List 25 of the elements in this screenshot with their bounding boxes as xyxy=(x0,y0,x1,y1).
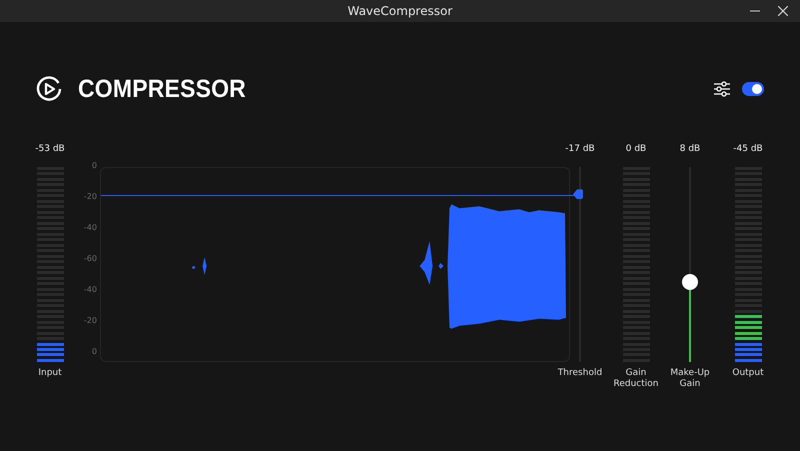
db-reading: -53 dB xyxy=(35,143,65,156)
db-reading: 0 dB xyxy=(626,143,646,156)
db-reading: 8 dB xyxy=(680,143,700,156)
plugin-title: COMPRESSOR xyxy=(78,74,246,104)
meter-label: Gain Reduction xyxy=(613,368,659,390)
axis-label: -20 xyxy=(84,192,97,201)
toggle-switch[interactable] xyxy=(742,82,764,96)
threshold-handle[interactable] xyxy=(573,189,583,200)
meter-label: Output xyxy=(731,368,765,379)
axis-label: 0 xyxy=(92,347,97,356)
axis-label: 0 xyxy=(92,161,97,170)
meter-label: Make-Up Gain xyxy=(669,368,711,390)
db-reading: -17 dB xyxy=(565,143,595,156)
sliders-icon[interactable] xyxy=(714,81,730,97)
slider-thumb[interactable] xyxy=(682,274,698,290)
axis-label: -40 xyxy=(84,223,97,232)
axis-label: -20 xyxy=(84,316,97,325)
axis-label: -60 xyxy=(84,254,97,263)
db-reading: -45 dB xyxy=(733,143,763,156)
play-circle-icon xyxy=(36,76,62,102)
axis-label: -40 xyxy=(84,285,97,294)
meter-label: Threshold xyxy=(557,368,603,379)
meter-label: Input xyxy=(37,368,63,379)
close-icon[interactable] xyxy=(778,6,788,16)
window-title: WaveCompressor xyxy=(348,4,452,18)
